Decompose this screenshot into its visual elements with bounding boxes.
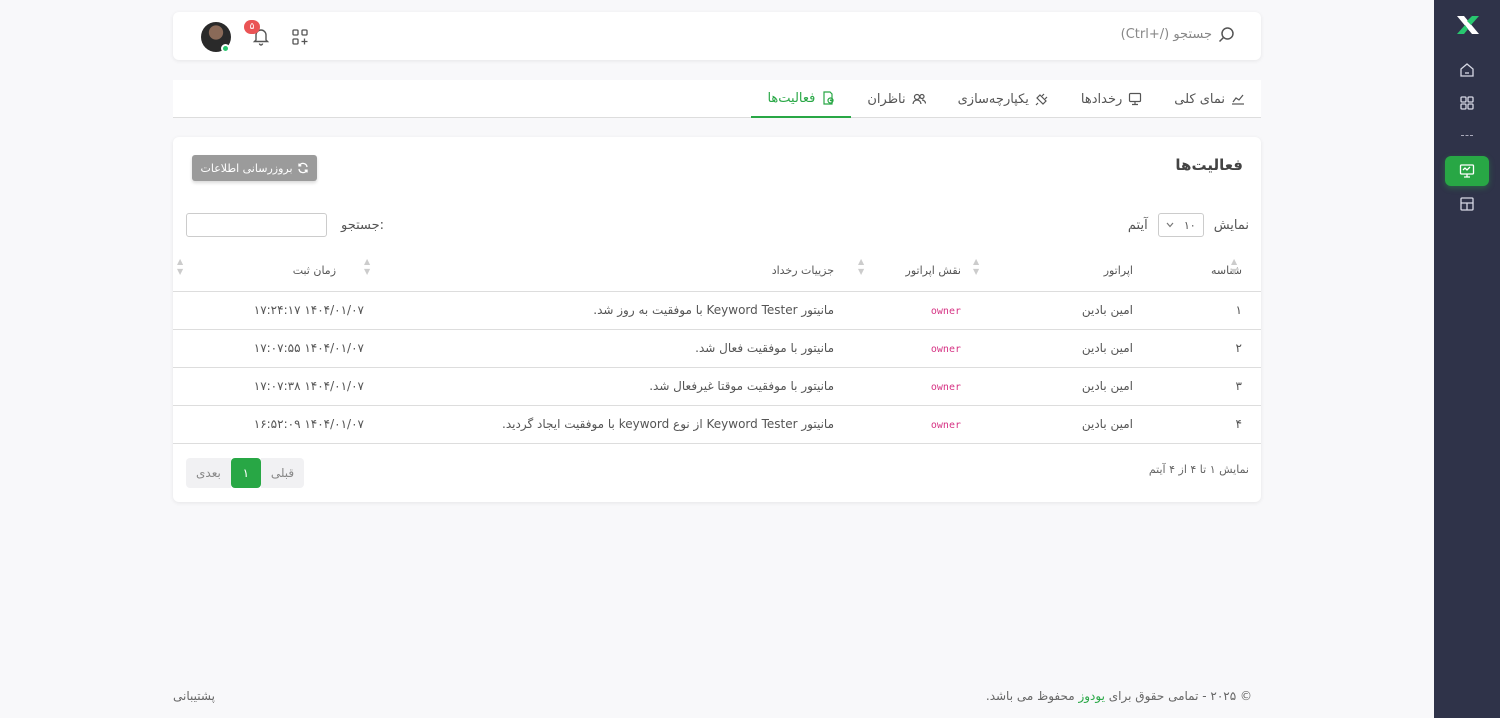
table-row[interactable]: ۴ امین بادین owner مانیتور Keyword Teste… <box>173 405 1261 444</box>
cell-detail: مانیتور با موفقیت فعال شد. <box>364 329 850 368</box>
notification-badge: ۵ <box>244 20 260 34</box>
table-row[interactable]: ۲ امین بادین owner مانیتور با موفقیت فعا… <box>173 329 1261 368</box>
cell-operator: امین بادین <box>973 405 1137 444</box>
refresh-button[interactable]: بروزرسانی اطلاعات <box>192 155 317 181</box>
header-operator[interactable]: اپراتور ▲ ▼ <box>973 250 1137 292</box>
search-icon <box>1218 27 1234 43</box>
top-bar: جستجو (/+Ctrl) ۵ <box>173 12 1261 60</box>
chart-icon <box>1232 94 1244 105</box>
table-header-row: شناسه ▲ ▼ اپراتور ▲ ▼ نقش اپراتور ▲ ▼ جزییات ر… <box>173 250 1261 292</box>
page-1-button[interactable]: ۱ <box>230 458 261 488</box>
tab-label: رخدادها <box>1080 91 1123 107</box>
table-search-input[interactable] <box>186 213 327 237</box>
layout-icon[interactable] <box>1454 191 1480 217</box>
brand-link[interactable]: یودوز <box>1078 689 1104 703</box>
page-size-value: ۱۰ <box>1183 218 1196 232</box>
support-link[interactable]: پشتیبانی <box>173 689 215 703</box>
sort-icon: ▲ ▼ <box>364 257 371 276</box>
cell-id: ۱ <box>1137 291 1261 330</box>
activity-icon <box>823 91 834 105</box>
footer-copyright: © ۲۰۲۵ - تمامی حقوق برای یودوز محفوظ می … <box>985 689 1252 703</box>
table-search-label: جستجو: <box>341 217 385 233</box>
tab-integrations[interactable]: یکپارچه‌سازی <box>942 80 1065 118</box>
activities-table: شناسه ▲ ▼ اپراتور ▲ ▼ نقش اپراتور ▲ ▼ جزییات ر… <box>173 250 1261 444</box>
refresh-button-label: بروزرسانی اطلاعات <box>200 161 293 175</box>
plug-icon <box>1035 93 1048 106</box>
tab-incidents[interactable]: رخدادها <box>1065 80 1158 118</box>
sidebar <box>1434 0 1500 718</box>
page-size-control: نمایش ۱۰ آیتم <box>1128 213 1249 237</box>
sort-icon: ▲ ▼ <box>858 257 865 276</box>
table-row[interactable]: ۳ امین بادین owner مانیتور با موفقیت موق… <box>173 367 1261 406</box>
chevron-down-icon <box>1166 222 1174 228</box>
tab-label: ناظران <box>867 91 906 107</box>
cell-time: ۱۴۰۴/۰۱/۰۷ ۱۷:۲۴:۱۷ <box>173 291 364 330</box>
logo-icon[interactable] <box>1454 13 1482 37</box>
home-icon[interactable] <box>1454 57 1480 83</box>
cell-role: owner <box>930 382 961 393</box>
activities-card: فعالیت‌ها بروزرسانی اطلاعات نمایش ۱۰ آیت… <box>173 137 1261 502</box>
cell-id: ۳ <box>1137 367 1261 406</box>
tab-label: یکپارچه‌سازی <box>957 91 1029 107</box>
sort-icon: ▲ ▼ <box>1231 257 1238 276</box>
cell-id: ۲ <box>1137 329 1261 368</box>
pagination: قبلی ۱ بعدی <box>186 458 305 488</box>
cell-operator: امین بادین <box>973 329 1137 368</box>
tab-label: فعالیت‌ها <box>767 90 816 106</box>
cell-detail: مانیتور Keyword Tester با موفقیت به روز … <box>364 291 850 330</box>
header-time[interactable]: زمان ثبت ▲ ▼ <box>173 250 364 292</box>
cell-detail: مانیتور با موفقیت موقتا غیرفعال شد. <box>364 367 850 406</box>
cell-time: ۱۴۰۴/۰۱/۰۷ ۱۷:۰۷:۳۸ <box>173 367 364 406</box>
cell-time: ۱۴۰۴/۰۱/۰۷ ۱۶:۵۲:۰۹ <box>173 405 364 444</box>
cell-detail: مانیتور Keyword Tester از نوع keyword با… <box>364 405 850 444</box>
page-title: فعالیت‌ها <box>1175 156 1243 174</box>
tab-observers[interactable]: ناظران <box>851 80 941 118</box>
show-label: نمایش <box>1213 217 1249 233</box>
cell-role: owner <box>930 344 961 355</box>
cell-operator: امین بادین <box>973 291 1137 330</box>
header-id[interactable]: شناسه ▲ ▼ <box>1137 250 1261 292</box>
next-page-button[interactable]: بعدی <box>186 458 231 488</box>
online-status-dot <box>221 44 230 53</box>
sidebar-divider <box>1461 135 1473 137</box>
refresh-icon <box>297 162 308 174</box>
apps-add-icon[interactable] <box>291 28 309 46</box>
tab-overview[interactable]: نمای کلی <box>1158 80 1261 118</box>
tab-bar: نمای کلی رخدادها یکپارچه‌سازی ناظران فعا… <box>173 80 1261 118</box>
sort-icon: ▲ ▼ <box>177 257 184 276</box>
apps-grid-icon[interactable] <box>1454 90 1480 116</box>
tab-activities[interactable]: فعالیت‌ها <box>751 80 852 118</box>
table-search: جستجو: <box>186 213 384 237</box>
global-search[interactable]: جستجو (/+Ctrl) <box>1121 26 1235 43</box>
monitor-icon <box>1129 92 1142 106</box>
tab-label: نمای کلی <box>1174 91 1225 107</box>
table-row[interactable]: ۱ امین بادین owner مانیتور Keyword Teste… <box>173 291 1261 330</box>
cell-id: ۴ <box>1137 405 1261 444</box>
header-role[interactable]: نقش اپراتور ▲ ▼ <box>850 250 973 292</box>
header-detail[interactable]: جزییات رخداد ▲ ▼ <box>364 250 850 292</box>
cell-role: owner <box>930 306 961 317</box>
cell-operator: امین بادین <box>973 367 1137 406</box>
users-icon <box>912 93 926 105</box>
items-label: آیتم <box>1127 217 1148 233</box>
cell-time: ۱۴۰۴/۰۱/۰۷ ۱۷:۰۷:۵۵ <box>173 329 364 368</box>
prev-page-button[interactable]: قبلی <box>260 458 305 488</box>
sort-icon: ▲ ▼ <box>973 257 980 276</box>
pagination-info: نمایش ۱ تا ۴ از ۴ آیتم <box>1148 463 1249 476</box>
cell-role: owner <box>930 420 961 431</box>
page-size-select[interactable]: ۱۰ <box>1157 213 1204 237</box>
search-placeholder: جستجو (/+Ctrl) <box>1120 27 1212 42</box>
monitor-nav-icon[interactable] <box>1445 156 1489 186</box>
